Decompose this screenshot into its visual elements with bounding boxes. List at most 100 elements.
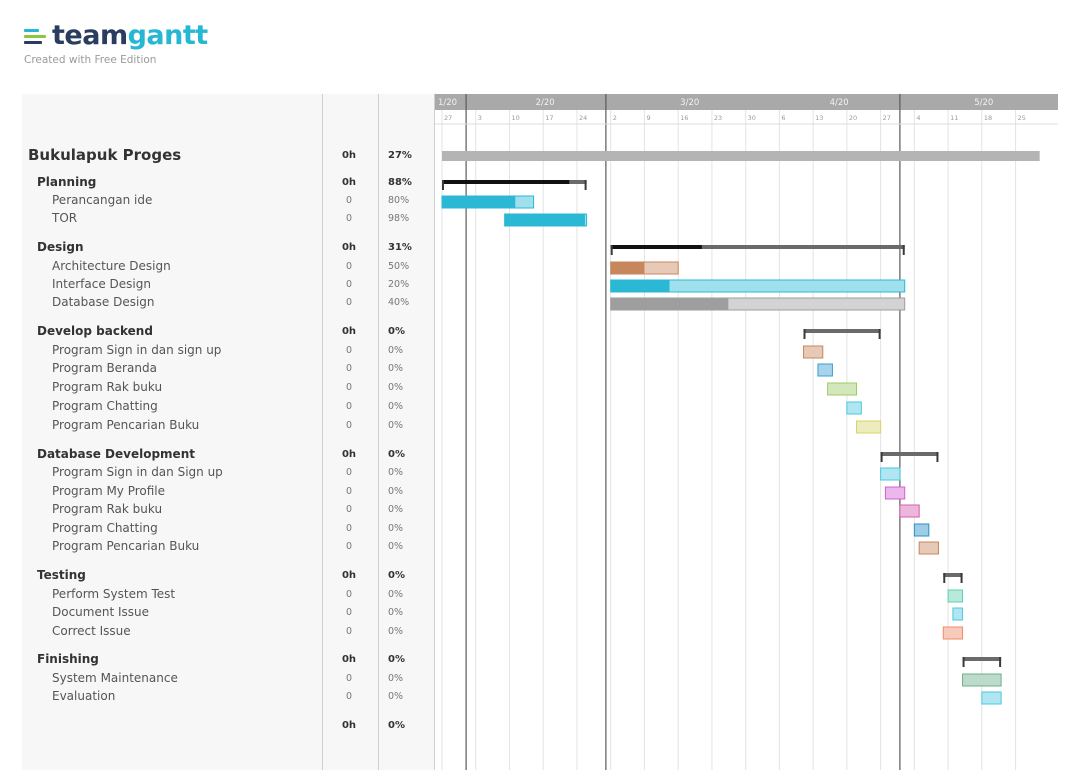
task-name: Program Rak buku [52,502,163,516]
task-percent: 0% [388,467,404,478]
task-name: Bukulapuk Proges [28,146,182,164]
task-name: Testing [37,568,86,582]
week-tick-label: 20 [849,114,857,122]
task-bar [952,607,964,621]
task-name: Planning [37,175,97,189]
month-label: 3/20 [680,98,699,108]
task-hours: 0 [345,261,353,272]
task-bar [827,382,858,396]
month-band [435,94,1058,110]
task-hours: 0 [345,213,353,224]
week-tick-label: 27 [444,114,452,122]
task-hours: 0 [345,297,353,308]
task-percent: 0% [388,363,404,374]
group-summary-bar [943,573,963,577]
task-name: Program Beranda [52,361,157,375]
group-bracket-right [878,329,881,339]
task-bar [947,589,964,603]
week-tick-label: 25 [1018,114,1026,122]
week-tick-label: 17 [545,114,553,122]
task-hours: 0 [345,589,353,600]
task-bar [817,363,833,377]
week-tick-label: 2 [613,114,617,122]
task-name: Program Sign in dan sign up [52,343,222,357]
group-bracket-left [803,329,806,339]
teamgantt-logo: teamgantt Created with Free Edition [24,22,208,66]
task-name: TOR [52,211,78,225]
group-bracket-left [880,452,883,462]
task-name: Architecture Design [52,259,171,273]
week-tick-label: 6 [781,114,785,122]
group-bracket-left [442,180,444,190]
task-name: System Maintenance [52,671,178,685]
task-percent: 0% [388,541,404,552]
logo-wordmark: teamgantt [52,22,208,50]
week-tick-label: 30 [748,114,756,122]
task-hours: 0h [341,449,357,460]
task-hours: 0h [341,242,357,253]
task-hours: 0 [345,467,353,478]
task-name: Document Issue [52,605,150,619]
task-percent: 0% [388,420,404,431]
task-percent: 50% [388,261,410,272]
task-percent: 0% [388,673,404,684]
task-name: Interface Design [52,277,151,291]
task-percent: 31% [388,242,412,253]
task-name: Database Development [37,447,195,461]
group-summary-bar [880,452,939,456]
task-name: Finishing [37,652,99,666]
project-bar [442,151,1040,161]
task-name: Program My Profile [52,484,166,498]
task-bar [899,504,920,518]
task-bar [981,691,1002,705]
logo-word-gantt: gantt [127,20,209,51]
group-progress-bar [610,245,702,249]
gantt-svg: 27 3 10 17 24 2 9 16 23 30 6 13 20 27 4 11 18 25 1/20 2/20 3… [435,94,1058,770]
task-name: Design [37,240,84,254]
task-bar [856,420,882,434]
task-name: Program Pencarian Buku [52,539,200,553]
task-percent: 27% [388,150,412,161]
task-hours: 0 [345,486,353,497]
week-tick-label: 18 [984,114,992,122]
logo-word-team: team [52,20,128,51]
task-bar [918,541,939,555]
task-hours: 0h [341,150,357,161]
task-hours: 0 [345,345,353,356]
edition-note: Created with Free Edition [24,54,157,66]
task-name: Program Sign in dan Sign up [52,465,223,479]
task-hours: 0 [345,279,353,290]
task-percent: 0% [388,626,404,637]
task-hours: 0h [341,177,357,188]
group-bracket-right [999,657,1002,667]
total-hours: 0h [341,720,357,731]
week-tick-label: 16 [680,114,688,122]
task-rows: Bukulapuk Proges 0h 27% Planning 0h 88% Peranc… [22,94,434,770]
task-bar [962,673,1002,687]
group-progress-bar [442,180,570,184]
task-bar [942,626,964,640]
task-hours: 0 [345,523,353,534]
task-progress-fill [442,196,516,208]
logo-mark-icon [24,28,46,44]
task-percent: 0% [388,449,405,460]
week-tick-label: 13 [815,114,823,122]
task-percent: 0% [388,345,404,356]
group-bracket-right [960,573,963,583]
group-summary-bar [803,329,881,333]
task-percent: 0% [388,326,405,337]
task-percent: 0% [388,504,404,515]
group-bracket-left [610,245,613,255]
task-name: Develop backend [37,324,153,338]
week-tick-label: 27 [883,114,891,122]
task-bar [913,523,930,537]
task-percent: 98% [388,213,410,224]
task-percent: 0% [388,523,404,534]
task-progress-fill [610,280,670,292]
task-hours: 0 [345,195,353,206]
task-name: Program Chatting [52,399,158,413]
task-percent: 0% [388,691,404,702]
task-hours: 0h [341,326,357,337]
week-tick-label: 4 [916,114,920,122]
task-name: Perancangan ide [52,193,153,207]
